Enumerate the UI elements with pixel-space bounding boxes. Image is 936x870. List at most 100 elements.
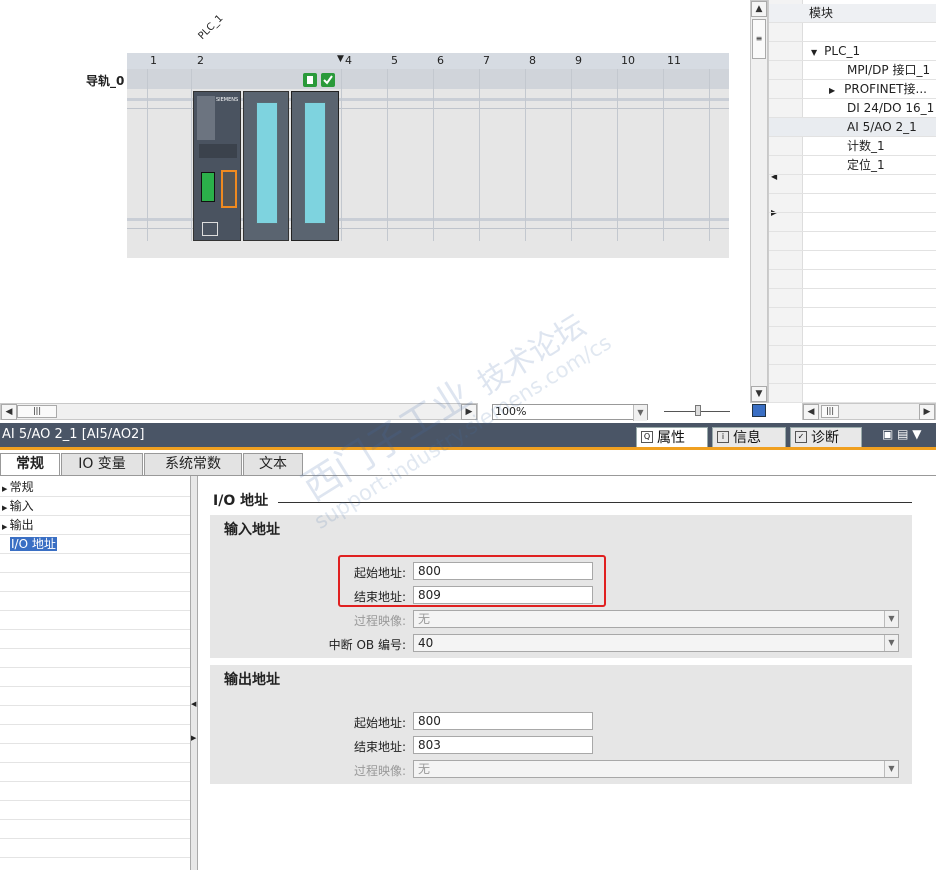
nav-label: 输入 — [9, 499, 34, 513]
subtab-io-tags[interactable]: IO 变量 — [61, 453, 143, 475]
nav-label: I/O 地址 — [10, 537, 57, 551]
start-address-label: 起始地址: — [353, 716, 406, 730]
tab-diagnostics[interactable]: ✓ 诊断 — [790, 427, 862, 449]
list-item — [769, 213, 936, 232]
scroll-left-icon[interactable]: ◀ — [1, 404, 17, 420]
chevron-right-icon: ▶ — [2, 485, 10, 493]
display-icon — [202, 222, 218, 236]
list-item — [0, 573, 190, 592]
nav-item-output[interactable]: ▶ 输出 — [0, 516, 190, 535]
properties-icon: Q — [641, 431, 653, 443]
module-item-ai-ao[interactable]: AI 5/AO 2_1 — [769, 118, 936, 137]
ai-ao-module[interactable] — [291, 91, 339, 241]
list-item — [0, 820, 190, 839]
device-view[interactable]: PLC_1 导轨_0 1 2 ▼ 4 5 6 7 8 9 10 11 SIEME… — [0, 0, 766, 421]
zoom-slider-thumb[interactable] — [695, 405, 701, 416]
module-item-di-do[interactable]: DI 24/DO 16_1 — [769, 99, 936, 118]
chevron-right-icon: ▶ — [2, 504, 10, 512]
slot-divider — [191, 69, 192, 241]
list-item — [0, 763, 190, 782]
list-item — [0, 592, 190, 611]
slot-number: 9 — [575, 54, 582, 67]
module-item-count[interactable]: 计数_1 — [769, 137, 936, 156]
tab-info[interactable]: i 信息 — [712, 427, 786, 449]
slot-divider — [341, 69, 342, 241]
di-do-module[interactable] — [243, 91, 289, 241]
output-address-section: 输出地址 起始地址: 800 结束地址: 803 过程映像: 无 ▼ — [210, 665, 912, 784]
slot-divider — [617, 69, 618, 241]
scroll-down-icon[interactable]: ▼ — [751, 386, 767, 402]
scroll-left-icon[interactable]: ◀ — [803, 404, 819, 420]
slot-number: 5 — [391, 54, 398, 67]
zoom-select[interactable]: 100% ▼ — [492, 404, 648, 421]
scroll-right-icon[interactable]: ▶ — [919, 404, 935, 420]
chevron-right-icon[interactable]: ▶ — [829, 86, 835, 95]
nav-item-io-address[interactable]: I/O 地址 — [0, 535, 190, 554]
check-icon[interactable] — [321, 73, 335, 87]
tab-label: 属性 — [657, 430, 685, 446]
cpu-led-area — [197, 96, 215, 140]
slot-number: 11 — [667, 54, 681, 67]
chevron-down-icon[interactable]: ▼ — [811, 48, 817, 57]
section-title: 输出地址 — [224, 672, 280, 688]
list-item — [769, 384, 936, 403]
chevron-down-icon[interactable]: ▼ — [884, 635, 898, 651]
horizontal-scrollbar[interactable]: ◀ ||| ▶ — [0, 403, 478, 420]
scroll-thumb[interactable]: ||| — [17, 405, 57, 418]
scroll-up-icon[interactable]: ▲ — [751, 1, 767, 17]
overview-icon[interactable] — [752, 404, 766, 417]
module-item-label: AI 5/AO 2_1 — [847, 120, 917, 134]
scroll-right-icon[interactable]: ▶ — [461, 404, 477, 420]
list-item — [0, 668, 190, 687]
subtab-general[interactable]: 常规 — [0, 453, 60, 475]
rack-rail[interactable]: 1 2 ▼ 4 5 6 7 8 9 10 11 SIEMENS — [127, 53, 729, 258]
chevron-right-icon: ▶ — [2, 523, 10, 531]
slot-number: 2 — [197, 54, 204, 67]
nav-item-general[interactable]: ▶ 常规 — [0, 478, 190, 497]
scroll-thumb[interactable]: ||| — [821, 405, 839, 418]
expand-right-icon[interactable]: ▶ — [191, 734, 196, 742]
output-end-address-field[interactable]: 803 — [413, 736, 593, 754]
subtab-system-constants[interactable]: 系统常数 — [144, 453, 242, 475]
module-panel: ◀ ▶ 模块 ▼ PLC_1 MPI/DP 接口_1 ▶ PROFINET接... … — [768, 0, 936, 403]
panel-horizontal-scrollbar[interactable]: ◀ ||| ▶ — [802, 403, 936, 420]
list-item — [769, 270, 936, 289]
collapse-left-icon[interactable]: ◀ — [191, 700, 196, 708]
scroll-thumb[interactable]: ≡ — [752, 19, 766, 59]
cpu-module[interactable]: SIEMENS — [193, 91, 241, 241]
interrupt-ob-select[interactable]: 40 ▼ — [413, 634, 899, 652]
nav-item-input[interactable]: ▶ 输入 — [0, 497, 190, 516]
list-item — [769, 308, 936, 327]
plc-name-label: PLC_1 — [196, 13, 226, 42]
module-item-mpi[interactable]: MPI/DP 接口_1 — [769, 61, 936, 80]
slot-number: 4 — [345, 54, 352, 67]
slot-divider — [479, 69, 480, 241]
nav-label: 常规 — [9, 480, 34, 494]
subtab-text[interactable]: 文本 — [243, 453, 303, 475]
module-item-profinet[interactable]: ▶ PROFINET接... — [769, 80, 936, 99]
chevron-down-icon: ▼ — [884, 611, 898, 627]
tab-label: 诊断 — [811, 430, 839, 446]
window-controls[interactable]: ▣ ▤ ▼ — [882, 427, 922, 441]
rail-top-band — [127, 69, 729, 89]
list-item — [769, 251, 936, 270]
slot-number: 10 — [621, 54, 635, 67]
zoom-value: 100% — [495, 405, 527, 418]
module-item-label: PROFINET接... — [844, 82, 927, 96]
module-item-position[interactable]: 定位_1 — [769, 156, 936, 175]
slot-number: 1 — [150, 54, 157, 67]
diagnostics-icon: ✓ — [795, 431, 807, 443]
tab-properties[interactable]: Q 属性 — [636, 427, 708, 449]
slot-divider — [525, 69, 526, 241]
output-start-address-field[interactable]: 800 — [413, 712, 593, 730]
info-icon: i — [717, 431, 729, 443]
module-item-plc[interactable]: ▼ PLC_1 — [769, 42, 936, 61]
chevron-down-icon[interactable]: ▼ — [633, 405, 647, 421]
list-item — [0, 649, 190, 668]
slot-divider — [663, 69, 664, 241]
list-item — [0, 611, 190, 630]
vertical-scrollbar[interactable]: ▲ ≡ ▼ — [750, 0, 768, 403]
splitter[interactable]: ◀ ▶ — [190, 476, 198, 870]
module-status-icon[interactable] — [303, 73, 317, 87]
cpu-switch — [199, 144, 237, 158]
